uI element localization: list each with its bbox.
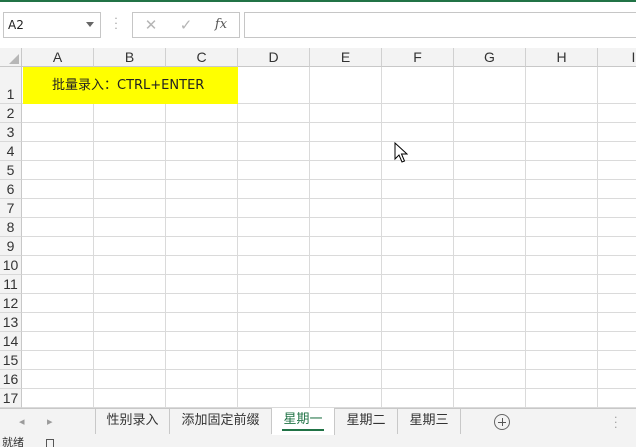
gridline-horizontal — [22, 179, 636, 180]
row-header-1[interactable]: 1 — [0, 67, 22, 104]
row-header-12[interactable]: 12 — [0, 294, 22, 313]
gridline-vertical — [381, 67, 382, 408]
gridline-vertical — [309, 67, 310, 408]
active-tab-underline — [282, 429, 324, 431]
gridline-horizontal — [22, 122, 636, 123]
gridline-vertical — [597, 67, 598, 408]
column-header-h[interactable]: H — [526, 48, 598, 67]
select-all-icon — [9, 54, 19, 64]
row-header-8[interactable]: 8 — [0, 218, 22, 237]
scroll-tabs-left-icon[interactable]: ◂ — [19, 415, 25, 428]
gridline-horizontal — [22, 236, 636, 237]
column-header-a[interactable]: A — [22, 48, 94, 67]
row-header-7[interactable]: 7 — [0, 199, 22, 218]
status-ready: 就绪 — [2, 436, 24, 447]
sheet-tab[interactable]: 添加固定前缀 — [170, 409, 272, 434]
more-vertical-icon[interactable]: · · · — [614, 412, 618, 433]
sheet-tab-label: 星期一 — [283, 412, 323, 427]
sheet-tab-label: 星期二 — [346, 413, 386, 428]
row-header-4[interactable]: 4 — [0, 142, 22, 161]
gridline-horizontal — [22, 331, 636, 332]
scroll-tabs-right-icon[interactable]: ▸ — [47, 415, 53, 428]
sheet-tab-bar: ◂ ▸ · · · 性别录入 添加固定前缀 星期一 星期二 星期三 — [0, 408, 636, 435]
row-header-11[interactable]: 11 — [0, 275, 22, 294]
gridline-horizontal — [22, 255, 636, 256]
sheet-tab-label: 性别录入 — [106, 413, 159, 428]
formula-buttons: ✕ ✓ fx — [132, 12, 240, 38]
sheet-tab-label: 添加固定前缀 — [181, 413, 260, 428]
formula-input[interactable] — [244, 12, 636, 38]
column-header-i[interactable]: I — [598, 48, 636, 67]
check-icon[interactable]: ✓ — [174, 15, 198, 35]
insert-function-button[interactable]: fx — [209, 15, 233, 35]
name-box-value: A2 — [8, 18, 24, 32]
cell-a1[interactable]: 批量录入：CTRL+ENTER — [23, 67, 238, 104]
sheet-tab[interactable]: 星期二 — [335, 409, 398, 434]
sheet-tab[interactable]: 性别录入 — [95, 409, 170, 434]
column-header-g[interactable]: G — [454, 48, 526, 67]
row-header-15[interactable]: 15 — [0, 351, 22, 370]
column-header-b[interactable]: B — [94, 48, 166, 67]
row-header-16[interactable]: 16 — [0, 370, 22, 389]
row-header-13[interactable]: 13 — [0, 313, 22, 332]
name-box[interactable]: A2 — [3, 12, 101, 38]
select-all-button[interactable] — [0, 48, 22, 67]
sheet-tab-label: 星期三 — [409, 413, 449, 428]
worksheet-grid[interactable]: A B C D E F G H I 1 2 3 4 5 6 7 8 9 10 11 12 13 14 15 16 17 批量录入：C… — [0, 48, 636, 408]
add-sheet-button[interactable] — [494, 414, 510, 430]
gridline-vertical — [237, 67, 238, 408]
row-header-9[interactable]: 9 — [0, 237, 22, 256]
mouse-pointer-icon — [394, 142, 408, 163]
row-header-6[interactable]: 6 — [0, 180, 22, 199]
close-icon[interactable]: ✕ — [139, 15, 163, 35]
row-header-10[interactable]: 10 — [0, 256, 22, 275]
sheet-tab[interactable]: 星期一 — [272, 408, 335, 435]
sheet-tab[interactable]: 星期三 — [398, 409, 461, 434]
column-header-d[interactable]: D — [238, 48, 310, 67]
row-header-2[interactable]: 2 — [0, 104, 22, 123]
gridline-horizontal — [22, 217, 636, 218]
gridline-horizontal — [22, 274, 636, 275]
column-header-e[interactable]: E — [310, 48, 382, 67]
gridline-horizontal — [22, 198, 636, 199]
row-header-3[interactable]: 3 — [0, 123, 22, 142]
column-header-c[interactable]: C — [166, 48, 238, 67]
gridline-horizontal — [22, 312, 636, 313]
gridline-vertical — [93, 67, 94, 408]
gridline-horizontal — [22, 369, 636, 370]
gridline-horizontal — [22, 388, 636, 389]
gridline-horizontal — [22, 141, 636, 142]
gridline-vertical — [525, 67, 526, 408]
status-bar: 就绪 — [0, 435, 636, 447]
gridline-horizontal — [22, 160, 636, 161]
gridline-vertical — [453, 67, 454, 408]
gridline-horizontal — [22, 350, 636, 351]
formula-bar: A2 · · · ✕ ✓ fx — [0, 0, 636, 44]
row-header-5[interactable]: 5 — [0, 161, 22, 180]
macro-record-icon[interactable] — [46, 439, 54, 447]
column-header-f[interactable]: F — [382, 48, 454, 67]
row-header-17[interactable]: 17 — [0, 389, 22, 408]
more-vertical-icon: · · · — [114, 12, 118, 35]
chevron-down-icon[interactable] — [86, 22, 94, 27]
gridline-horizontal — [22, 293, 636, 294]
gridline-vertical — [165, 67, 166, 408]
row-header-14[interactable]: 14 — [0, 332, 22, 351]
